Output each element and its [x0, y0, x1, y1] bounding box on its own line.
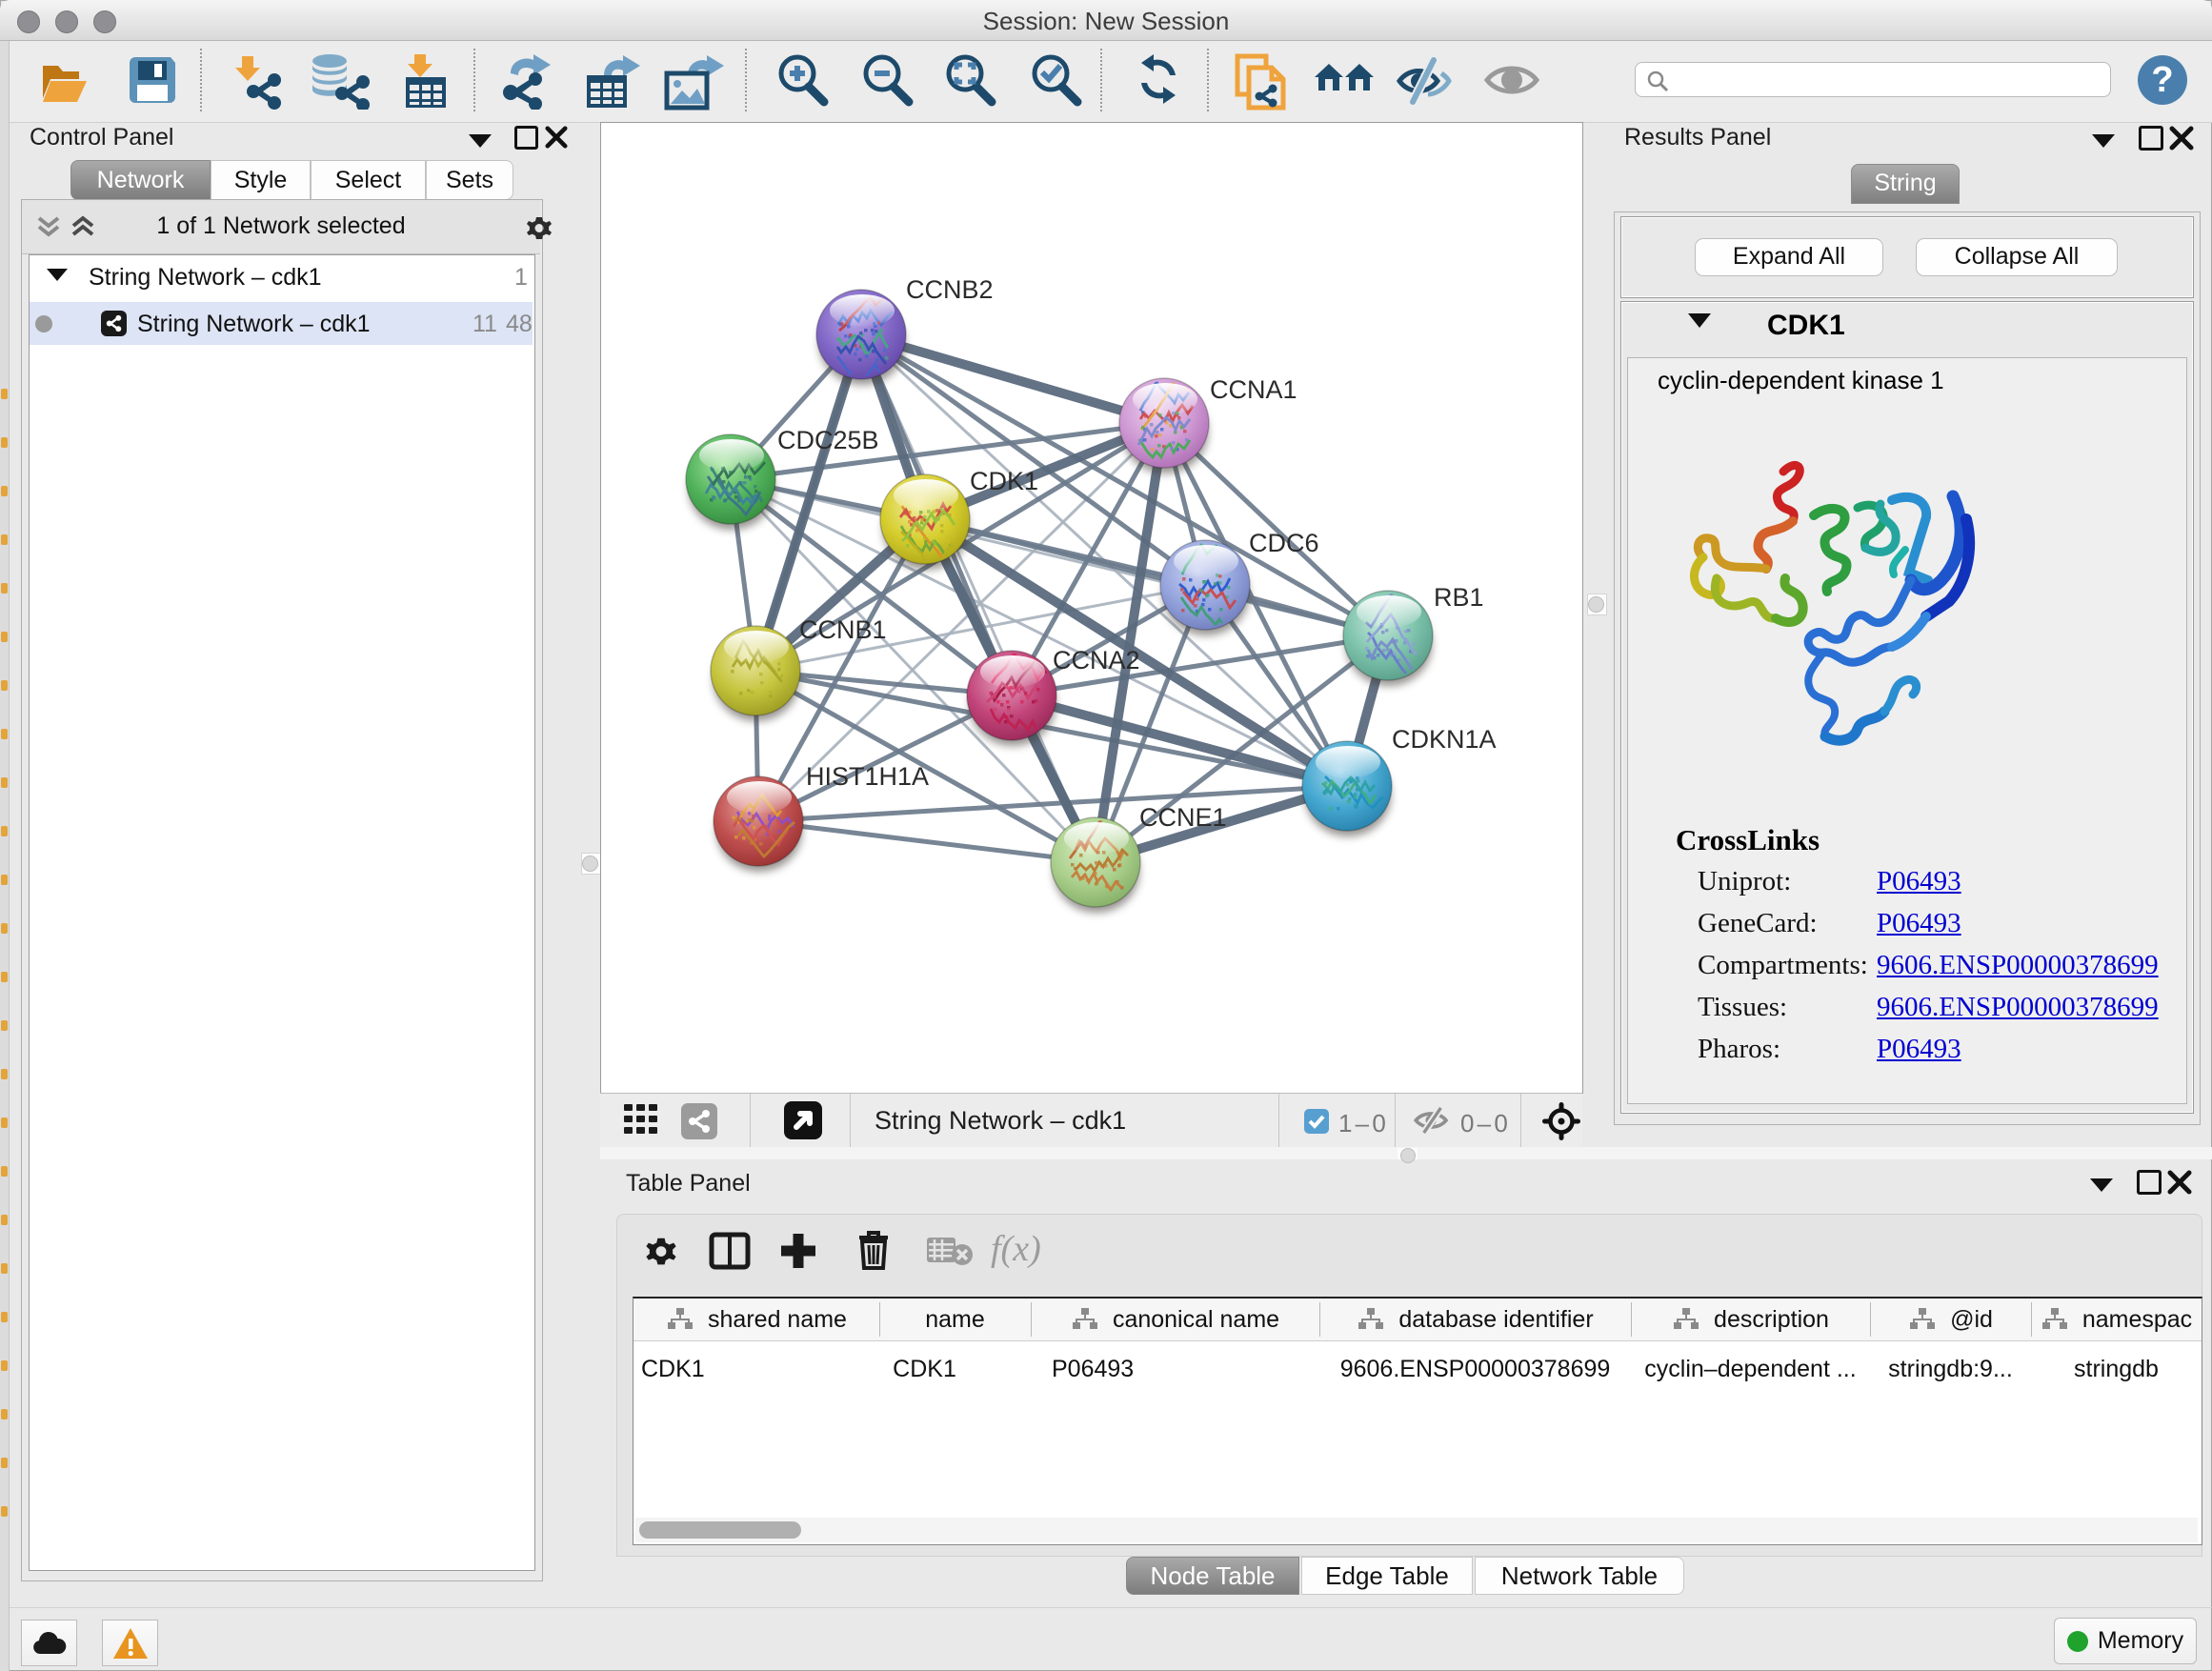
- svg-text:CCNB1: CCNB1: [799, 615, 887, 644]
- svg-text:CCNE1: CCNE1: [1139, 803, 1227, 832]
- svg-text:CCNA1: CCNA1: [1210, 375, 1297, 404]
- svg-text:CCNA2: CCNA2: [1053, 646, 1140, 674]
- svg-text:CDKN1A: CDKN1A: [1392, 725, 1497, 754]
- svg-text:CCNB2: CCNB2: [906, 275, 994, 304]
- svg-text:CDK1: CDK1: [970, 467, 1038, 495]
- svg-text:CDC25B: CDC25B: [777, 426, 879, 454]
- svg-text:RB1: RB1: [1434, 583, 1484, 612]
- svg-text:CDC6: CDC6: [1249, 529, 1319, 557]
- svg-text:HIST1H1A: HIST1H1A: [806, 762, 929, 791]
